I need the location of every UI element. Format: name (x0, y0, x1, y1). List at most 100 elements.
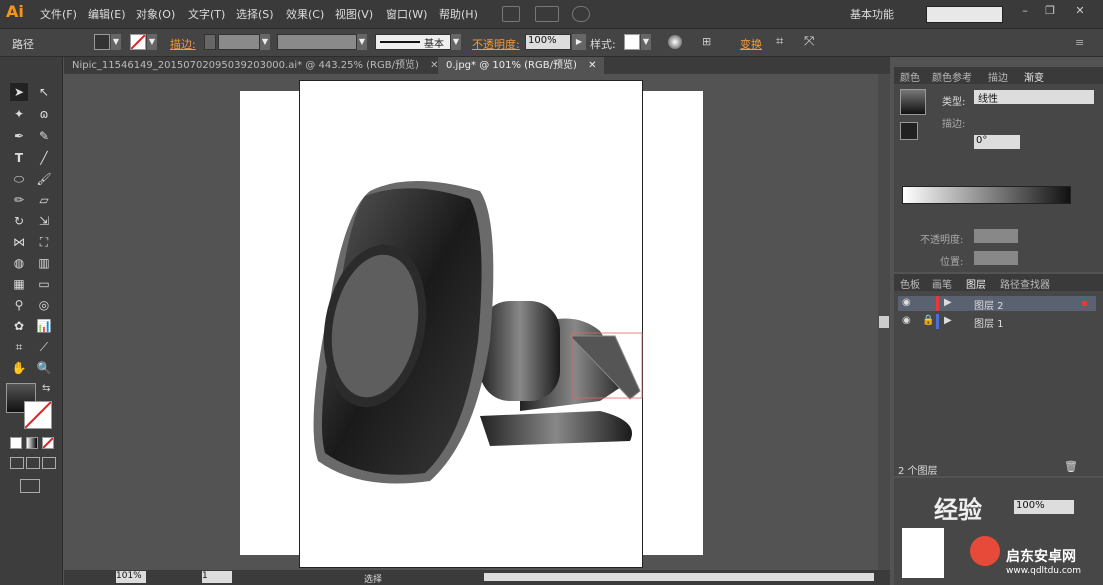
stroke-color-box[interactable] (24, 401, 52, 429)
width-tool-icon[interactable]: ⋈ (10, 233, 28, 251)
stroke-link[interactable]: 描边: (170, 36, 196, 52)
brush-dropdown-icon[interactable]: ▼ (451, 34, 461, 50)
scrollbar-thumb[interactable] (879, 316, 889, 328)
symbol-sprayer-tool-icon[interactable]: ✿ (10, 317, 28, 335)
tab-gradient[interactable]: 渐变 (1024, 69, 1044, 84)
tab-swatches[interactable]: 色板 (900, 276, 920, 291)
scale-tool-icon[interactable]: ⇲ (35, 212, 53, 230)
tab-stroke[interactable]: 描边 (988, 69, 1008, 84)
tab-nipic-document[interactable]: Nipic_11546149_20150702095039203000.ai* … (64, 57, 446, 74)
column-graph-tool-icon[interactable]: 📊 (35, 317, 53, 335)
stroke-weight-stepper[interactable] (204, 34, 216, 50)
ellipse-tool-icon[interactable]: ⬭ (10, 170, 28, 188)
delete-layer-icon[interactable]: 🗑 (1064, 460, 1078, 473)
slice-tool-icon[interactable]: ⟋ (35, 338, 53, 356)
stop-opacity-input[interactable] (974, 229, 1018, 243)
tab-brushes[interactable]: 画笔 (932, 276, 952, 291)
rotate-tool-icon[interactable]: ↻ (10, 212, 28, 230)
draw-normal-icon[interactable] (10, 457, 24, 469)
menu-window[interactable]: 窗口(W) (386, 6, 427, 22)
selection-indicator-icon[interactable] (1082, 301, 1087, 306)
hand-tool-icon[interactable]: ✋ (10, 359, 28, 377)
menu-file[interactable]: 文件(F) (40, 6, 77, 22)
curvature-tool-icon[interactable]: ✎ (35, 127, 53, 145)
workspace-switcher[interactable]: 基本功能 (850, 6, 894, 22)
tab-layers[interactable]: 图层 (966, 276, 986, 291)
recolor-artwork-icon[interactable] (668, 35, 682, 49)
menu-object[interactable]: 对象(O) (136, 6, 175, 22)
pencil-tool-icon[interactable]: ✏ (10, 191, 28, 209)
menu-effect[interactable]: 效果(C) (286, 6, 324, 22)
vertical-scrollbar[interactable] (878, 74, 890, 570)
lock-icon[interactable]: 🔒 (922, 315, 934, 326)
menu-select[interactable]: 选择(S) (236, 6, 274, 22)
layer-name[interactable]: 图层 1 (974, 315, 1004, 330)
draw-inside-icon[interactable] (42, 457, 56, 469)
pen-tool-icon[interactable]: ✒ (10, 127, 28, 145)
tab-pathfinder[interactable]: 路径查找器 (1000, 276, 1050, 291)
profile-dropdown-icon[interactable]: ▼ (357, 34, 367, 50)
variable-width-profile[interactable] (277, 34, 357, 50)
expand-arrow-icon[interactable]: ▶ (944, 315, 952, 326)
selection-tool-icon[interactable]: ➤ (10, 83, 28, 101)
shape-builder-tool-icon[interactable]: ◍ (10, 254, 28, 272)
artboard-tool-icon[interactable]: ⌗ (10, 338, 28, 356)
tab-color[interactable]: 颜色 (900, 69, 920, 84)
close-window-icon[interactable]: ✕ (1070, 4, 1090, 18)
artboard-number-input[interactable]: 1 (202, 571, 232, 583)
brush-definition[interactable]: 基本 (375, 34, 451, 50)
eyedropper-tool-icon[interactable]: ⚲ (10, 296, 28, 314)
graph-tool-icon[interactable]: ▥ (35, 254, 53, 272)
layer-name[interactable]: 图层 2 (974, 297, 1004, 312)
menu-help[interactable]: 帮助(H) (439, 6, 478, 22)
gradient-mode-icon[interactable] (26, 437, 38, 449)
align-icon[interactable]: ⊞ (702, 35, 711, 48)
tab-color-guide[interactable]: 颜色参考 (932, 69, 972, 84)
type-tool-icon[interactable]: T (10, 149, 28, 167)
fill-dropdown-icon[interactable]: ▼ (111, 34, 121, 50)
horizontal-scrollbar[interactable] (484, 573, 874, 581)
fill-mini-swatch[interactable] (900, 122, 918, 140)
zoom-input[interactable]: 101% (116, 571, 146, 583)
envelope-icon[interactable]: ⤧ (804, 34, 814, 49)
angle-input[interactable]: 0° (974, 135, 1020, 149)
fill-swatch[interactable] (94, 34, 110, 50)
minimize-icon[interactable]: – (1015, 4, 1035, 18)
free-transform-tool-icon[interactable]: ⛶ (35, 233, 53, 251)
gradient-slider[interactable] (902, 186, 1071, 204)
style-dropdown-icon[interactable]: ▼ (641, 34, 651, 50)
opacity-input[interactable]: 100% (525, 34, 571, 50)
opacity-dropdown-icon[interactable]: ▶ (572, 34, 586, 50)
opacity-link[interactable]: 不透明度: (472, 36, 520, 52)
direct-selection-tool-icon[interactable]: ↖ (35, 83, 53, 101)
stroke-weight-input[interactable] (218, 34, 260, 50)
swap-colors-icon[interactable]: ⇆ (42, 383, 50, 394)
layer-row[interactable]: ◉ 🔒 ▶ 图层 1 (898, 314, 1096, 330)
graphic-style-swatch[interactable] (624, 34, 640, 50)
gradient-preview-swatch[interactable] (900, 89, 926, 115)
visibility-eye-icon[interactable]: ◉ (902, 315, 911, 326)
expand-arrow-icon[interactable]: ▶ (944, 297, 952, 308)
menu-type[interactable]: 文字(T) (188, 6, 225, 22)
close-tab-icon[interactable]: ✕ (588, 60, 596, 71)
draw-behind-icon[interactable] (26, 457, 40, 469)
bridge-icon[interactable] (502, 6, 520, 22)
none-mode-icon[interactable] (42, 437, 54, 449)
magic-wand-tool-icon[interactable]: ✦ (10, 105, 28, 123)
transform-link[interactable]: 变换 (740, 36, 762, 52)
sync-icon[interactable] (572, 6, 590, 22)
line-tool-icon[interactable]: ╱ (35, 149, 53, 167)
screen-mode-icon[interactable] (20, 479, 40, 493)
blend-tool-icon[interactable]: ◎ (35, 296, 53, 314)
color-mode-icon[interactable] (10, 437, 22, 449)
artwork-car-mount[interactable] (300, 81, 644, 569)
arrange-documents-icon[interactable] (535, 6, 559, 22)
transparency-thumbnail[interactable] (902, 528, 944, 578)
menu-view[interactable]: 视图(V) (335, 6, 373, 22)
help-search-input[interactable] (926, 6, 1003, 23)
stroke-swatch[interactable] (130, 34, 146, 50)
zoom-tool-icon[interactable]: 🔍 (35, 359, 53, 377)
artboard[interactable] (299, 80, 643, 568)
stroke-weight-dropdown-icon[interactable]: ▼ (260, 34, 270, 50)
stroke-dropdown-icon[interactable]: ▼ (147, 34, 157, 50)
